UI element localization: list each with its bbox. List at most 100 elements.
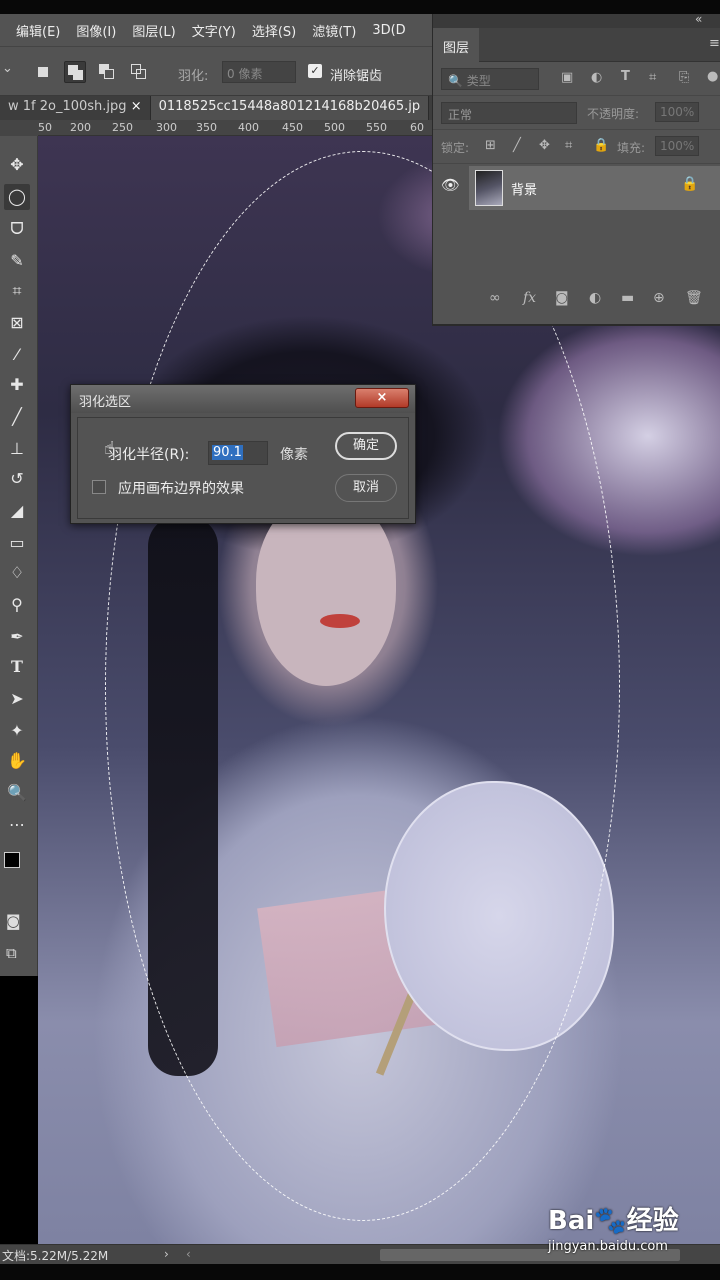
history-brush-tool-icon[interactable]: ↺	[4, 466, 30, 492]
menu-layer[interactable]: 图层(L)	[124, 21, 183, 40]
layer-name: 背景	[511, 183, 538, 198]
blend-mode-select[interactable]: 正常	[441, 102, 577, 124]
type-filter-icon[interactable]: T	[621, 69, 630, 84]
hand-cursor-icon: ☝	[104, 438, 115, 459]
fill-input[interactable]: 100%	[655, 136, 699, 156]
new-group-folder-icon[interactable]: ▬	[621, 290, 634, 306]
intersect-selection-button[interactable]	[128, 61, 150, 83]
dialog-close-button[interactable]: ×	[355, 388, 409, 408]
pixel-filter-icon[interactable]: ▣	[561, 70, 573, 85]
document-size: 文档:5.22M/5.22M	[2, 1249, 109, 1263]
subtract-from-selection-button[interactable]	[96, 61, 118, 83]
menu-select[interactable]: 选择(S)	[244, 21, 304, 40]
custom-shape-tool-icon[interactable]: ✦	[4, 718, 30, 744]
tab-layers[interactable]: 图层	[433, 28, 480, 62]
zoom-tool-icon[interactable]: 🔍	[4, 780, 30, 806]
apply-canvas-bounds-checkbox[interactable]	[92, 480, 106, 494]
brush-tool-icon[interactable]: ╱	[4, 404, 30, 430]
lock-transparent-icon[interactable]: ⊞	[485, 138, 496, 153]
healing-brush-tool-icon[interactable]: ✚	[4, 372, 30, 398]
feather-radius-input[interactable]: 90.1	[208, 441, 268, 465]
blur-tool-icon[interactable]: ♢	[4, 560, 30, 586]
tab-document-2[interactable]: 0118525cc15448a801214168b20465.jp	[150, 96, 430, 120]
horizontal-ruler[interactable]: 50 200 250 300 350 400 450 500 550 60	[38, 120, 432, 136]
collapse-panel-icon[interactable]: «	[695, 12, 702, 26]
menu-edit[interactable]: 编辑(E)	[8, 21, 68, 40]
layer-item-background[interactable]: 背景 🔒	[469, 166, 720, 210]
more-tools-icon[interactable]: ⋯	[4, 812, 30, 838]
filter-toggle-icon[interactable]: ●	[707, 69, 718, 84]
eye-visibility-icon[interactable]: 👁	[441, 176, 460, 194]
ruler-tick: 550	[366, 121, 387, 134]
options-bar: ⌄ 羽化: 0 像素 ✓ 消除锯齿	[0, 46, 432, 96]
menu-type[interactable]: 文字(Y)	[184, 21, 244, 40]
pen-tool-icon[interactable]: ✒	[4, 624, 30, 650]
tools-panel: ✥ ◯ ᗜ ✎ ⌗ ⊠ ⁄ ✚ ╱ ⊥ ↺ ◢ ▭ ♢ ⚲ ✒ T ➤ ✦ ✋ …	[0, 136, 38, 976]
ruler-tick: 60	[410, 121, 424, 134]
add-mask-icon[interactable]: ◙	[555, 290, 569, 306]
shape-filter-icon[interactable]: ⌗	[649, 70, 656, 85]
panel-menu-icon[interactable]: ≡	[709, 36, 720, 51]
trash-delete-layer-icon[interactable]: 🗑	[685, 290, 703, 306]
eyedropper-tool-icon[interactable]: ⁄	[4, 342, 30, 368]
tab-document-1[interactable]: w 1f 2o_100sh.jpg ×	[0, 96, 151, 120]
status-expand-icon[interactable]: ›	[164, 1247, 169, 1261]
eraser-tool-icon[interactable]: ◢	[4, 498, 30, 524]
apply-canvas-bounds-label[interactable]: 应用画布边界的效果	[118, 478, 244, 498]
crop-tool-icon[interactable]: ⌗	[4, 278, 30, 304]
ok-button[interactable]: 确定	[335, 432, 397, 460]
dialog-body: 羽化半径(R): 90.1 像素 应用画布边界的效果 确定 取消	[77, 417, 409, 519]
quick-selection-tool-icon[interactable]: ✎	[4, 248, 30, 274]
lasso-tool-icon[interactable]: ᗜ	[4, 216, 30, 242]
screen-mode-icon[interactable]: ⧉	[6, 944, 17, 962]
scroll-left-icon[interactable]: ‹	[186, 1247, 191, 1261]
smart-object-filter-icon[interactable]: ⎘	[679, 70, 689, 85]
lock-position-icon[interactable]: ✥	[539, 138, 550, 153]
adjustment-layer-icon[interactable]: ◐	[589, 290, 601, 306]
quick-mask-icon[interactable]: ◙	[6, 912, 21, 930]
ruler-tick: 50	[38, 121, 52, 134]
tool-preset-chevron-icon[interactable]: ⌄	[2, 61, 13, 76]
menu-3d[interactable]: 3D(D	[364, 23, 413, 38]
move-tool-icon[interactable]: ✥	[4, 152, 30, 178]
antialias-label: 消除锯齿	[330, 69, 383, 84]
ruler-tick: 500	[324, 121, 345, 134]
filter-row: 🔍 类型 ▣ ◐ T ⌗ ⎘ ●	[433, 62, 720, 96]
path-selection-tool-icon[interactable]: ➤	[4, 686, 30, 712]
type-tool-icon[interactable]: T	[4, 654, 30, 680]
feather-selection-dialog: 羽化选区 × 羽化半径(R): 90.1 像素 应用画布边界的效果 确定 取消	[70, 384, 416, 524]
menu-filter[interactable]: 滤镜(T)	[304, 21, 364, 40]
gradient-tool-icon[interactable]: ▭	[4, 530, 30, 556]
new-selection-button[interactable]	[32, 61, 54, 83]
lock-artboard-icon[interactable]: ⌗	[565, 138, 572, 153]
cancel-button[interactable]: 取消	[335, 474, 397, 502]
menu-bar: 编辑(E) 图像(I) 图层(L) 文字(Y) 选择(S) 滤镜(T) 3D(D	[0, 14, 432, 46]
blend-row: 正常 不透明度: 100%	[433, 96, 720, 130]
elliptical-marquee-tool-icon[interactable]: ◯	[4, 184, 30, 210]
tab-close-icon[interactable]: ×	[131, 99, 142, 114]
opacity-input[interactable]: 100%	[655, 102, 699, 122]
feather-radius-value: 90.1	[212, 445, 243, 460]
new-layer-icon[interactable]: ⊕	[653, 290, 665, 306]
fx-layer-style-icon[interactable]: fx	[523, 290, 536, 306]
antialias-checkbox[interactable]: ✓	[308, 64, 322, 78]
frame-tool-icon[interactable]: ⊠	[4, 310, 30, 336]
feather-label: 羽化:	[178, 69, 209, 84]
foreground-color-swatch[interactable]	[4, 852, 20, 868]
lock-label: 锁定:	[441, 141, 470, 155]
ruler-tick: 300	[156, 121, 177, 134]
hand-tool-icon[interactable]: ✋	[4, 748, 30, 774]
adjustment-filter-icon[interactable]: ◐	[591, 70, 602, 85]
pixel-unit-label: 像素	[280, 447, 308, 463]
menu-image[interactable]: 图像(I)	[68, 21, 124, 40]
layers-tab-bar: 图层 ≡	[433, 28, 720, 62]
feather-input[interactable]: 0 像素	[222, 61, 296, 83]
clone-stamp-tool-icon[interactable]: ⊥	[4, 436, 30, 462]
lock-all-icon[interactable]: 🔒	[593, 138, 609, 153]
kind-filter-select[interactable]: 🔍 类型	[441, 68, 539, 90]
link-layers-icon[interactable]: ∞	[489, 290, 501, 306]
layer-lock-icon[interactable]: 🔒	[681, 176, 698, 192]
dodge-tool-icon[interactable]: ⚲	[4, 592, 30, 618]
add-to-selection-button[interactable]	[64, 61, 86, 83]
lock-pixels-icon[interactable]: ╱	[513, 138, 521, 153]
